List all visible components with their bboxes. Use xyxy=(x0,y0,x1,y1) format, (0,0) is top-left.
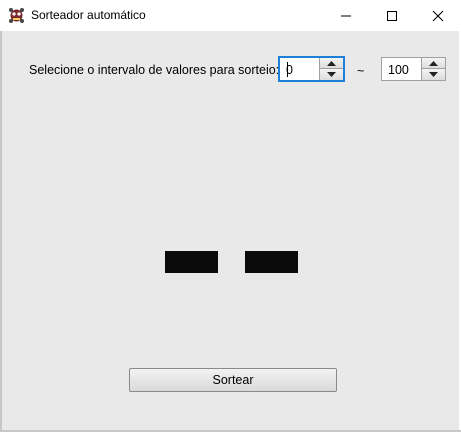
title-bar[interactable]: Sorteador automático xyxy=(0,0,461,31)
max-decrement-button[interactable] xyxy=(421,69,445,80)
text-caret xyxy=(287,62,288,77)
window-title: Sorteador automático xyxy=(31,8,146,22)
app-window: Sorteador automático Selecione o interva… xyxy=(0,0,461,432)
minimize-icon xyxy=(341,15,351,17)
range-prompt-label: Selecione o intervalo de valores para so… xyxy=(29,63,280,77)
close-button[interactable] xyxy=(415,0,461,31)
result-box-1 xyxy=(165,251,218,273)
close-icon xyxy=(432,10,444,22)
arrow-down-icon xyxy=(327,72,336,77)
maximize-button[interactable] xyxy=(369,0,415,31)
arrow-down-icon xyxy=(429,72,438,77)
arrow-up-icon xyxy=(429,61,438,66)
min-value-spinner[interactable]: 0 xyxy=(279,57,344,81)
max-increment-button[interactable] xyxy=(421,58,445,69)
range-separator: ~ xyxy=(357,64,365,78)
max-value-text[interactable]: 100 xyxy=(388,63,409,77)
min-increment-button[interactable] xyxy=(319,58,343,69)
draw-button[interactable]: Sortear xyxy=(129,368,337,392)
result-box-2 xyxy=(245,251,298,273)
max-spinner-buttons xyxy=(421,58,445,80)
min-decrement-button[interactable] xyxy=(319,69,343,80)
min-spinner-buttons xyxy=(319,58,343,80)
max-value-spinner[interactable]: 100 xyxy=(381,57,446,81)
app-icon xyxy=(9,8,24,23)
maximize-icon xyxy=(387,11,397,21)
arrow-up-icon xyxy=(327,61,336,66)
minimize-button[interactable] xyxy=(323,0,369,31)
